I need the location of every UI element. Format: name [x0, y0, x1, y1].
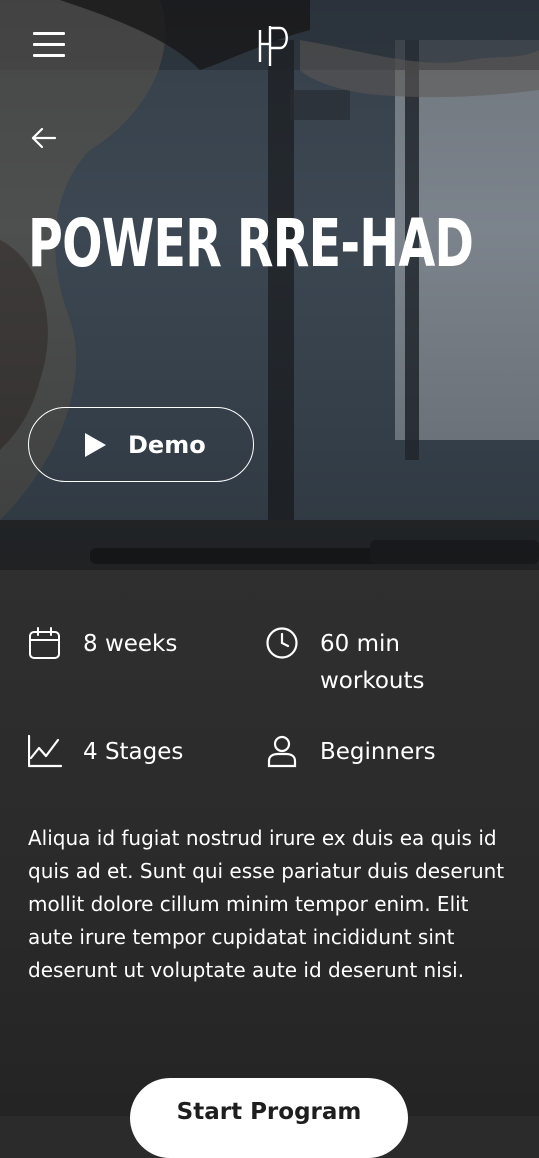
stat-workout-length-unit: workouts — [320, 668, 425, 694]
play-icon — [85, 433, 106, 457]
stat-level: Beginners — [265, 734, 436, 771]
page-title: POWER RRE-HAD — [28, 205, 474, 282]
calendar-icon — [29, 627, 60, 659]
stat-stages: 4 Stages — [28, 734, 183, 771]
stat-stages-value: 4 Stages — [83, 739, 184, 765]
stat-workout-length-value: 60 min — [320, 631, 400, 657]
start-program-button[interactable]: Start Program — [130, 1078, 408, 1158]
hero-section: POWER RRE-HAD Demo — [0, 0, 539, 570]
arrow-left-icon[interactable] — [30, 124, 58, 152]
program-description: Aliqua id fugiat nostrud irure ex duis e… — [28, 826, 505, 982]
stat-workout-length: 60 min workouts — [265, 626, 425, 700]
user-icon — [267, 735, 297, 768]
chart-line-icon — [28, 734, 62, 768]
program-info: 8 weeks 60 min workouts 4 Stages Beginne… — [0, 570, 539, 1158]
stat-duration: 8 weeks — [28, 626, 177, 663]
clock-icon — [266, 627, 298, 659]
demo-button-label: Demo — [128, 431, 206, 459]
brand-logo-icon[interactable] — [256, 22, 292, 68]
stat-duration-value: 8 weeks — [83, 631, 178, 657]
stat-level-value: Beginners — [320, 739, 436, 765]
hamburger-menu-icon[interactable] — [33, 32, 65, 58]
demo-button[interactable]: Demo — [28, 407, 254, 482]
